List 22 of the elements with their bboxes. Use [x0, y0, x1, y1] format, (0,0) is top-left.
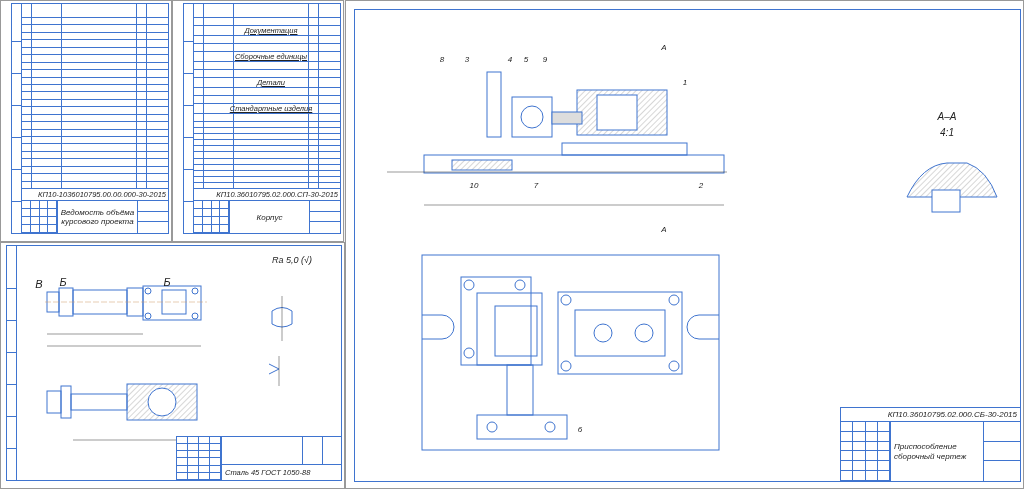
callout-label: 9 — [542, 55, 548, 64]
view-label: Б — [59, 276, 67, 288]
callout-label: 7 — [533, 181, 539, 190]
document-title: Ведомость объёма курсового проекта — [60, 208, 135, 227]
document-code: КП10.36010795.02.000.СБ-30-2015 — [887, 408, 1017, 421]
callout-label: 2 — [698, 181, 704, 190]
document-title: Приспособление сборочный чертеж — [894, 441, 968, 462]
callout-label: А — [661, 43, 667, 52]
callout-label: 3 — [464, 55, 470, 64]
callout-label: 6 — [577, 425, 583, 434]
callout-label: 5 — [523, 55, 529, 64]
roughness-symbol: Ra 5,0 (√) — [272, 255, 312, 265]
callout-label: 10 — [469, 181, 479, 190]
section-scale: 4:1 — [940, 127, 954, 138]
view-label: В — [35, 278, 43, 290]
section-title: А–А — [937, 111, 957, 122]
view-label: Б — [163, 276, 171, 288]
callout-label: А — [661, 225, 667, 234]
document-title: Корпус — [256, 212, 283, 222]
callout-label: 8 — [439, 55, 445, 64]
callout-label: 4 — [507, 55, 513, 64]
callout-label: 1 — [682, 78, 688, 87]
